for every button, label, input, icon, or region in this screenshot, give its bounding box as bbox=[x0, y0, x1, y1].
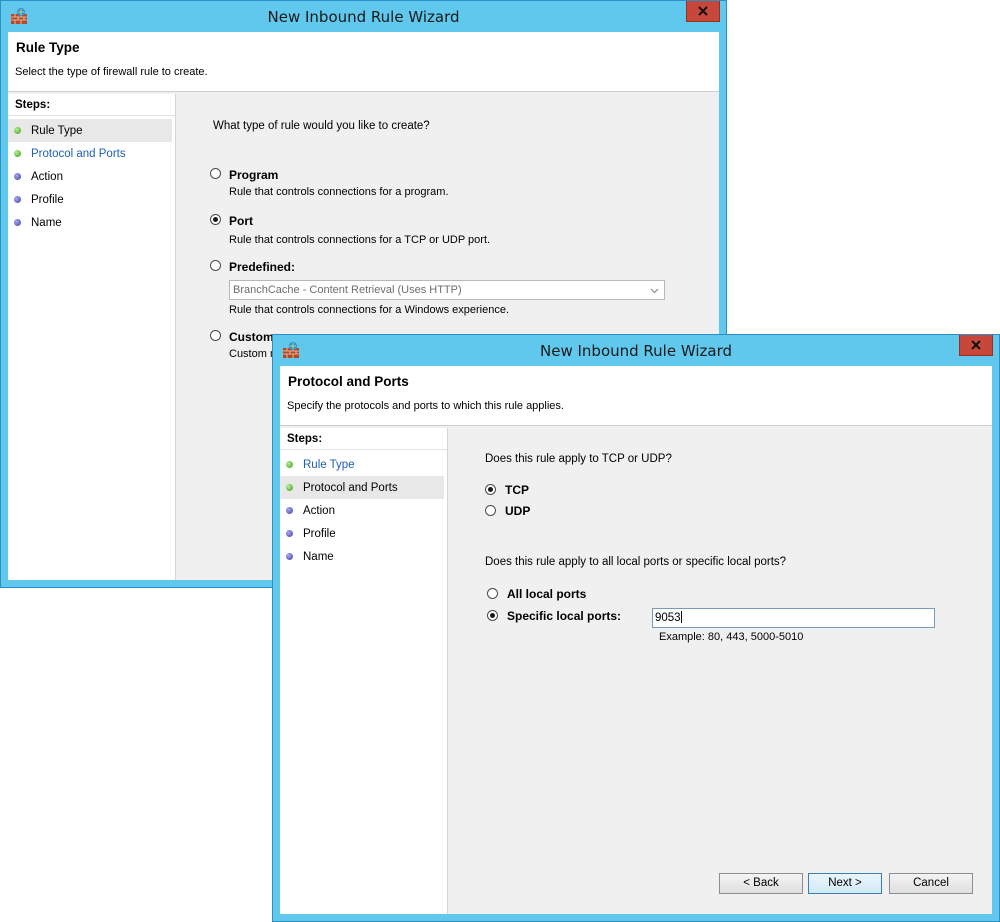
step-pending-icon bbox=[286, 530, 293, 537]
step-label: Protocol and Ports bbox=[303, 481, 398, 494]
steps-label: Steps: bbox=[287, 433, 323, 445]
port-description: Rule that controls connections for a TCP… bbox=[229, 234, 491, 246]
step-protocol-and-ports[interactable]: Protocol and Ports bbox=[280, 476, 444, 499]
steps-panel: Steps: Rule Type Protocol and Ports Acti… bbox=[8, 94, 176, 580]
wizard-header: Protocol and Ports Specify the protocols… bbox=[280, 366, 992, 426]
udp-label[interactable]: UDP bbox=[505, 504, 530, 518]
step-name[interactable]: Name bbox=[8, 211, 172, 234]
step-pending-icon bbox=[286, 553, 293, 560]
specific-local-ports-radio[interactable] bbox=[487, 610, 498, 621]
chevron-down-icon bbox=[650, 288, 659, 294]
program-radio[interactable] bbox=[210, 168, 221, 179]
step-profile[interactable]: Profile bbox=[280, 522, 444, 545]
next-button[interactable]: Next > bbox=[808, 873, 882, 894]
port-radio[interactable] bbox=[210, 214, 221, 225]
specific-local-ports-label[interactable]: Specific local ports: bbox=[507, 609, 621, 623]
step-complete-icon bbox=[14, 150, 21, 157]
text-caret bbox=[680, 611, 682, 623]
page-description: Specify the protocols and ports to which… bbox=[287, 400, 564, 412]
step-pending-icon bbox=[14, 196, 21, 203]
step-label: Name bbox=[303, 550, 334, 563]
predefined-select-value: BranchCache - Content Retrieval (Uses HT… bbox=[233, 284, 462, 296]
step-label: Rule Type bbox=[303, 458, 355, 471]
rule-type-question: What type of rule would you like to crea… bbox=[213, 120, 430, 132]
local-ports-value: 9053 bbox=[655, 612, 681, 624]
title-bar[interactable]: New Inbound Rule Wizard bbox=[1, 1, 726, 32]
step-complete-icon bbox=[286, 461, 293, 468]
program-label[interactable]: Program bbox=[229, 168, 278, 182]
steps-divider bbox=[280, 449, 447, 450]
close-icon bbox=[698, 6, 708, 16]
back-button[interactable]: < Back bbox=[719, 873, 803, 894]
step-protocol-and-ports[interactable]: Protocol and Ports bbox=[8, 142, 172, 165]
window-title: New Inbound Rule Wizard bbox=[267, 8, 460, 26]
steps-divider bbox=[8, 115, 175, 116]
predefined-description: Rule that controls connections for a Win… bbox=[229, 304, 510, 316]
tcp-label[interactable]: TCP bbox=[505, 483, 529, 497]
cancel-button[interactable]: Cancel bbox=[889, 873, 973, 894]
step-pending-icon bbox=[14, 219, 21, 226]
step-name[interactable]: Name bbox=[280, 545, 444, 568]
step-label: Action bbox=[31, 170, 63, 183]
step-complete-icon bbox=[286, 484, 293, 491]
step-action[interactable]: Action bbox=[280, 499, 444, 522]
step-label: Action bbox=[303, 504, 335, 517]
close-button[interactable] bbox=[959, 335, 993, 356]
tcp-radio[interactable] bbox=[485, 484, 496, 495]
step-label: Profile bbox=[303, 527, 336, 540]
wizard-header: Rule Type Select the type of firewall ru… bbox=[8, 32, 719, 92]
predefined-label[interactable]: Predefined: bbox=[229, 260, 295, 274]
step-label: Name bbox=[31, 216, 62, 229]
close-icon bbox=[971, 340, 981, 350]
step-label: Protocol and Ports bbox=[31, 147, 126, 160]
steps-panel: Steps: Rule Type Protocol and Ports Acti… bbox=[280, 428, 448, 914]
step-rule-type[interactable]: Rule Type bbox=[8, 119, 172, 142]
wizard-client-area: Protocol and Ports Specify the protocols… bbox=[280, 366, 992, 914]
program-description: Rule that controls connections for a pro… bbox=[229, 186, 449, 198]
page-title: Protocol and Ports bbox=[288, 374, 409, 389]
step-complete-icon bbox=[14, 127, 21, 134]
page-description: Select the type of firewall rule to crea… bbox=[15, 66, 208, 78]
step-pending-icon bbox=[14, 173, 21, 180]
steps-label: Steps: bbox=[15, 99, 51, 111]
step-profile[interactable]: Profile bbox=[8, 188, 172, 211]
page-title: Rule Type bbox=[16, 40, 80, 55]
all-local-ports-radio[interactable] bbox=[487, 588, 498, 599]
ports-example-hint: Example: 80, 443, 5000-5010 bbox=[659, 631, 804, 643]
protocol-question: Does this rule apply to TCP or UDP? bbox=[485, 453, 672, 465]
step-label: Profile bbox=[31, 193, 64, 206]
window-title: New Inbound Rule Wizard bbox=[540, 342, 732, 360]
local-ports-input[interactable]: 9053 bbox=[652, 608, 935, 628]
custom-radio[interactable] bbox=[210, 330, 221, 341]
all-local-ports-label[interactable]: All local ports bbox=[507, 587, 586, 601]
ports-question: Does this rule apply to all local ports … bbox=[485, 556, 787, 568]
close-button[interactable] bbox=[686, 1, 720, 22]
predefined-radio[interactable] bbox=[210, 260, 221, 271]
predefined-rule-select[interactable]: BranchCache - Content Retrieval (Uses HT… bbox=[229, 280, 665, 300]
wizard-content: Does this rule apply to TCP or UDP? TCP … bbox=[449, 428, 992, 914]
step-label: Rule Type bbox=[31, 124, 83, 137]
custom-label[interactable]: Custom bbox=[229, 330, 274, 344]
step-pending-icon bbox=[286, 507, 293, 514]
step-rule-type[interactable]: Rule Type bbox=[280, 453, 444, 476]
wizard-window-protocol-ports: New Inbound Rule Wizard Protocol and Por… bbox=[272, 334, 1000, 922]
port-label[interactable]: Port bbox=[229, 214, 253, 228]
title-bar[interactable]: New Inbound Rule Wizard bbox=[273, 335, 999, 366]
step-action[interactable]: Action bbox=[8, 165, 172, 188]
udp-radio[interactable] bbox=[485, 505, 496, 516]
